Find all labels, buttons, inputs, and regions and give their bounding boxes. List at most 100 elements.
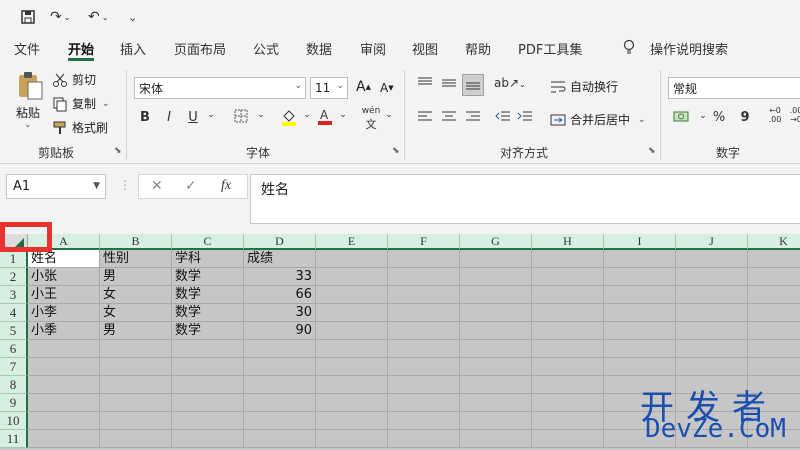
column-header-g[interactable]: G (460, 234, 532, 250)
alignment-launcher-icon[interactable]: ⬊ (648, 146, 656, 156)
row-header-10[interactable]: 10 (0, 412, 28, 430)
cell-e1[interactable] (316, 250, 388, 268)
align-right-icon[interactable] (464, 110, 482, 128)
tab-review[interactable]: 审阅 (360, 39, 386, 59)
underline-button[interactable]: U (184, 110, 202, 125)
decrease-indent-icon[interactable] (494, 110, 512, 128)
cell-h9[interactable] (532, 394, 604, 412)
cell-a3[interactable]: 小王 (28, 286, 100, 304)
cell-g7[interactable] (460, 358, 532, 376)
decrease-font-icon[interactable]: A ▼ (380, 81, 394, 95)
cell-c5[interactable]: 数学 (172, 322, 244, 340)
cell-g4[interactable] (460, 304, 532, 322)
row-header-9[interactable]: 9 (0, 394, 28, 412)
cell-b2[interactable]: 男 (100, 268, 172, 286)
cell-f6[interactable] (388, 340, 460, 358)
cell-a10[interactable] (28, 412, 100, 430)
cell-i6[interactable] (604, 340, 676, 358)
font-name-select[interactable]: 宋体 ⌄ (134, 77, 306, 99)
column-header-e[interactable]: E (316, 234, 388, 250)
cut-button[interactable]: 剪切 (52, 71, 96, 88)
font-launcher-icon[interactable]: ⬊ (392, 146, 400, 156)
cell-k3[interactable] (748, 286, 800, 304)
cell-f9[interactable] (388, 394, 460, 412)
row-header-4[interactable]: 4 (0, 304, 28, 322)
cell-f3[interactable] (388, 286, 460, 304)
row-header-3[interactable]: 3 (0, 286, 28, 304)
row-header-6[interactable]: 6 (0, 340, 28, 358)
cell-b3[interactable]: 女 (100, 286, 172, 304)
cell-f7[interactable] (388, 358, 460, 376)
cell-c7[interactable] (172, 358, 244, 376)
cell-a9[interactable] (28, 394, 100, 412)
tab-page-layout[interactable]: 页面布局 (174, 39, 226, 59)
cell-a2[interactable]: 小张 (28, 268, 100, 286)
undo-icon[interactable]: ↶ ⌄ (88, 7, 108, 27)
column-header-c[interactable]: C (172, 234, 244, 250)
cell-k6[interactable] (748, 340, 800, 358)
cell-d10[interactable] (244, 412, 316, 430)
row-header-11[interactable]: 11 (0, 430, 28, 448)
increase-font-icon[interactable]: A ▲ (356, 79, 371, 95)
cell-h8[interactable] (532, 376, 604, 394)
cell-e4[interactable] (316, 304, 388, 322)
tab-pdf-tools[interactable]: PDF工具集 (518, 39, 582, 59)
cell-d8[interactable] (244, 376, 316, 394)
cell-d11[interactable] (244, 430, 316, 448)
cell-c8[interactable] (172, 376, 244, 394)
cell-e5[interactable] (316, 322, 388, 340)
cell-f10[interactable] (388, 412, 460, 430)
cell-i3[interactable] (604, 286, 676, 304)
row-header-8[interactable]: 8 (0, 376, 28, 394)
cell-e9[interactable] (316, 394, 388, 412)
paste-icon[interactable] (16, 70, 44, 102)
cell-d1[interactable]: 成绩 (244, 250, 316, 268)
cell-h1[interactable] (532, 250, 604, 268)
enter-icon[interactable]: ✓ (185, 178, 197, 194)
cancel-icon[interactable]: ✕ (151, 178, 163, 194)
increase-decimal-icon[interactable]: ←0.00 (762, 106, 788, 124)
phonetic-icon[interactable]: wén 文 (360, 106, 382, 132)
cell-c11[interactable] (172, 430, 244, 448)
cell-k1[interactable] (748, 250, 800, 268)
cell-e3[interactable] (316, 286, 388, 304)
cell-h11[interactable] (532, 430, 604, 448)
save-icon[interactable] (20, 7, 36, 27)
cell-h3[interactable] (532, 286, 604, 304)
font-color-icon[interactable]: A (316, 107, 334, 129)
align-center-icon[interactable] (440, 110, 458, 128)
cell-c4[interactable]: 数学 (172, 304, 244, 322)
cell-i1[interactable] (604, 250, 676, 268)
row-header-1[interactable]: 1 (0, 250, 28, 268)
tab-data[interactable]: 数据 (306, 39, 332, 59)
cell-d2[interactable]: 33 (244, 268, 316, 286)
decrease-decimal-icon[interactable]: .00 →0 (786, 106, 800, 124)
copy-button[interactable]: 复制 ⌄ (52, 95, 110, 112)
borders-icon[interactable] (232, 109, 250, 127)
cell-b10[interactable] (100, 412, 172, 430)
cell-j2[interactable] (676, 268, 748, 286)
cell-c3[interactable]: 数学 (172, 286, 244, 304)
name-box-dropdown-icon[interactable]: ▼ (93, 181, 100, 191)
cell-g3[interactable] (460, 286, 532, 304)
cell-g5[interactable] (460, 322, 532, 340)
cell-a11[interactable] (28, 430, 100, 448)
cell-e2[interactable] (316, 268, 388, 286)
cell-i7[interactable] (604, 358, 676, 376)
cell-f11[interactable] (388, 430, 460, 448)
cell-d5[interactable]: 90 (244, 322, 316, 340)
cell-k4[interactable] (748, 304, 800, 322)
column-header-a[interactable]: A (28, 234, 100, 250)
column-header-b[interactable]: B (100, 234, 172, 250)
formula-bar-grip-icon[interactable]: ⋮ (119, 178, 131, 192)
cell-b5[interactable]: 男 (100, 322, 172, 340)
cell-c6[interactable] (172, 340, 244, 358)
cell-i2[interactable] (604, 268, 676, 286)
column-header-d[interactable]: D (244, 234, 316, 250)
cell-k2[interactable] (748, 268, 800, 286)
cell-j1[interactable] (676, 250, 748, 268)
align-middle-icon[interactable] (440, 76, 458, 94)
cell-e7[interactable] (316, 358, 388, 376)
column-header-j[interactable]: J (676, 234, 748, 250)
cell-h2[interactable] (532, 268, 604, 286)
